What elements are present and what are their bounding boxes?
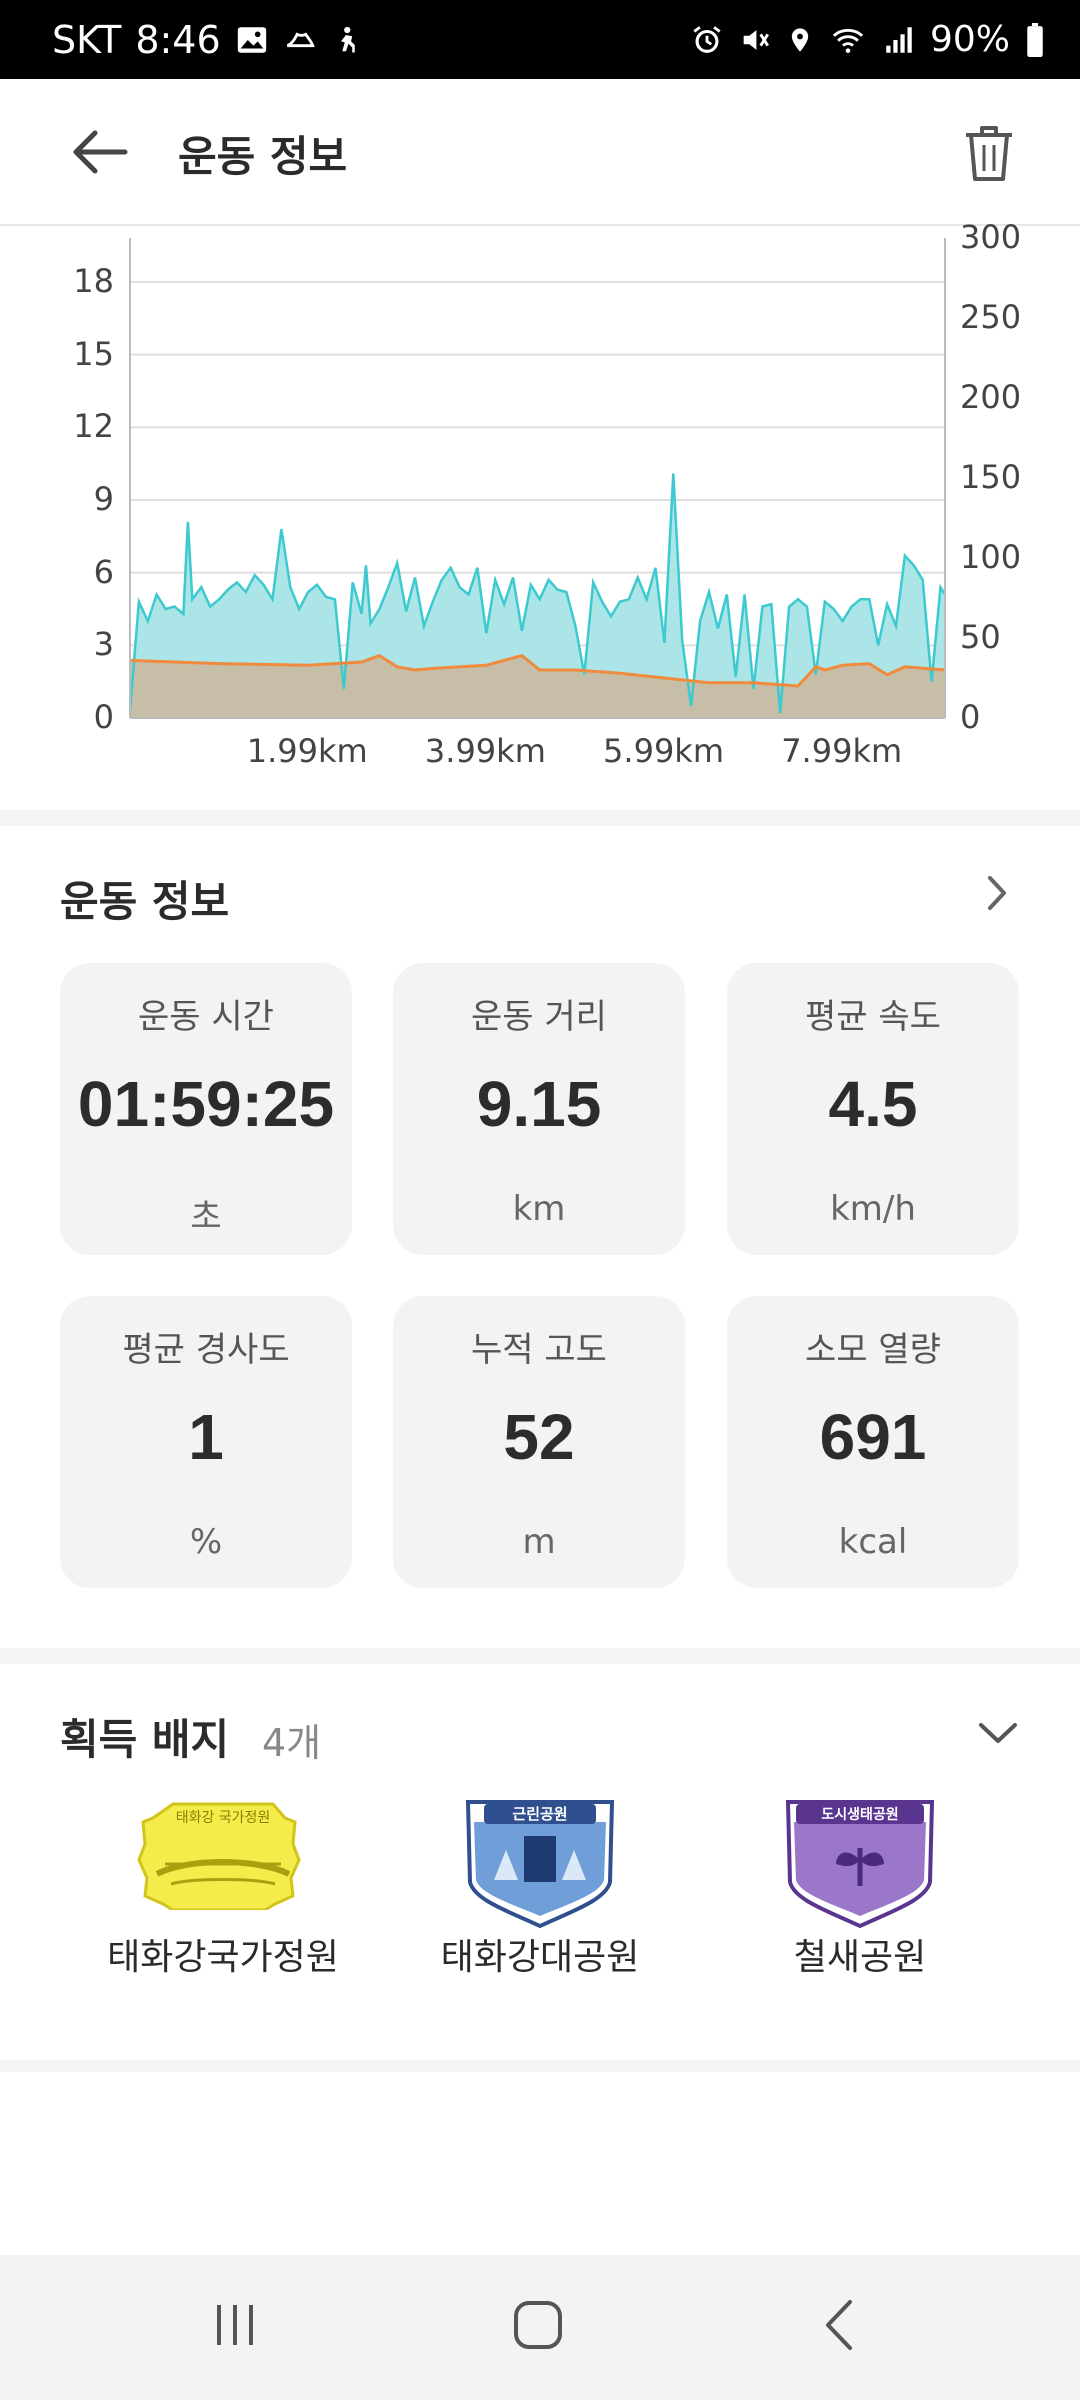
home-button[interactable] <box>478 2285 598 2365</box>
y-right-tick-label: 100 <box>960 538 1022 576</box>
carrier-label: SKT <box>52 17 122 62</box>
stat-label: 운동 거리 <box>471 997 607 1037</box>
stat-label: 평균 속도 <box>805 997 941 1037</box>
eco-park-shield-icon: 도시생태공원 <box>785 1800 935 1929</box>
stat-unit: kcal <box>838 1522 908 1562</box>
home-icon <box>514 2301 562 2349</box>
walker-icon <box>331 23 361 57</box>
badges-count: 4개 <box>262 1721 322 1765</box>
y-left-tick-label: 0 <box>93 698 114 736</box>
workout-section-title: 운동 정보 <box>60 877 230 926</box>
delete-button[interactable] <box>954 115 1024 191</box>
stat-card-avg-speed: 평균 속도 4.5 km/h <box>727 963 1019 1255</box>
back-chevron-icon <box>826 2300 852 2350</box>
y-left-tick-label: 6 <box>93 552 114 591</box>
trash-icon <box>966 126 1012 181</box>
clock: 8:46 <box>135 17 221 62</box>
stat-label: 소모 열량 <box>805 1330 941 1370</box>
stat-value: 4.5 <box>828 1068 918 1140</box>
arrow-left-icon <box>73 130 128 174</box>
app-bar: 운동 정보 <box>0 79 1080 226</box>
chevron-down-icon <box>979 1723 1017 1743</box>
workout-more-button[interactable] <box>972 868 1022 918</box>
y-right-tick-label: 0 <box>960 698 981 736</box>
stat-value: 01:59:25 <box>77 1068 335 1140</box>
stat-value: 9.15 <box>476 1068 602 1140</box>
y-right-tick-label: 200 <box>960 378 1022 416</box>
badge-name: 태화강국가정원 <box>107 1937 339 1978</box>
gallery-icon <box>235 23 269 57</box>
battery-percent: 90% <box>929 19 1010 60</box>
stat-label: 평균 경사도 <box>122 1330 290 1370</box>
y-right-tick-label: 300 <box>960 218 1022 256</box>
stat-card-elevation: 누적 고도 52 m <box>393 1296 685 1588</box>
chart-canvas <box>128 238 947 719</box>
alarm-icon <box>690 23 724 57</box>
wifi-icon <box>828 23 868 57</box>
y-left-tick-label: 18 <box>73 262 114 300</box>
badges-section-title: 획득 배지 <box>60 1715 230 1764</box>
back-button[interactable] <box>64 117 134 187</box>
stat-unit: % <box>189 1522 223 1562</box>
stat-label: 운동 시간 <box>138 997 274 1037</box>
stat-card-calories: 소모 열량 691 kcal <box>727 1296 1019 1588</box>
system-nav-bar <box>0 2255 1080 2400</box>
y-left-tick-label: 12 <box>73 407 114 446</box>
stat-card-duration: 운동 시간 01:59:25 초 <box>60 963 352 1255</box>
park-shield-icon: 근린공원 <box>465 1800 615 1929</box>
x-tick-label: 5.99km <box>603 732 724 770</box>
y-left-tick-label: 9 <box>93 480 114 518</box>
chevron-right-icon <box>988 876 1006 910</box>
stat-unit: km <box>512 1189 566 1229</box>
badge-seal-text: 태화강 국가정원 <box>176 1810 271 1826</box>
y-left-tick-label: 15 <box>73 334 114 373</box>
section-divider <box>0 810 1080 826</box>
x-tick-label: 3.99km <box>424 732 546 770</box>
stat-card-avg-slope: 평균 경사도 1 % <box>60 1296 352 1588</box>
y-right-tick-label: 250 <box>960 298 1022 336</box>
y-right-tick-label: 50 <box>960 618 1001 656</box>
back-nav-button[interactable] <box>780 2285 900 2365</box>
location-icon <box>786 23 814 57</box>
section-divider <box>0 2060 1080 2072</box>
shoe-icon <box>283 23 317 57</box>
x-tick-label: 1.99km <box>246 732 368 770</box>
stat-card-distance: 운동 거리 9.15 km <box>393 963 685 1255</box>
x-tick-label: 7.99km <box>781 732 903 770</box>
badge-shield-text: 도시생태공원 <box>821 1807 898 1823</box>
y-left-tick-label: 3 <box>93 625 114 664</box>
badges-expand-button[interactable] <box>968 1708 1028 1758</box>
badge-shield-text: 근린공원 <box>512 1805 567 1823</box>
stat-unit: km/h <box>830 1189 916 1229</box>
stat-unit: 초 <box>190 1197 222 1237</box>
recents-icon <box>217 2305 253 2345</box>
section-divider <box>0 1648 1080 1664</box>
stat-value: 1 <box>188 1401 224 1473</box>
signal-icon <box>882 23 916 57</box>
badge-name: 태화강대공원 <box>440 1937 640 1978</box>
stat-value: 691 <box>819 1401 927 1473</box>
y-right-tick-label: 150 <box>960 458 1022 496</box>
mute-icon <box>738 23 772 57</box>
stat-value: 52 <box>503 1401 575 1473</box>
workout-chart: 0 3 6 9 12 15 18 0 50 100 150 200 250 300 1.99km 3.99km… <box>0 218 1080 806</box>
badge-name: 철새공원 <box>793 1937 927 1978</box>
stat-unit: m <box>522 1522 556 1562</box>
stat-label: 누적 고도 <box>471 1330 607 1370</box>
status-bar: SKT 8:46 90% <box>0 0 1080 79</box>
recents-button[interactable] <box>175 2285 295 2365</box>
page-title: 운동 정보 <box>178 132 348 181</box>
park-seal-icon: 태화강 국가정원 <box>137 1802 301 1910</box>
battery-icon <box>1024 22 1046 57</box>
